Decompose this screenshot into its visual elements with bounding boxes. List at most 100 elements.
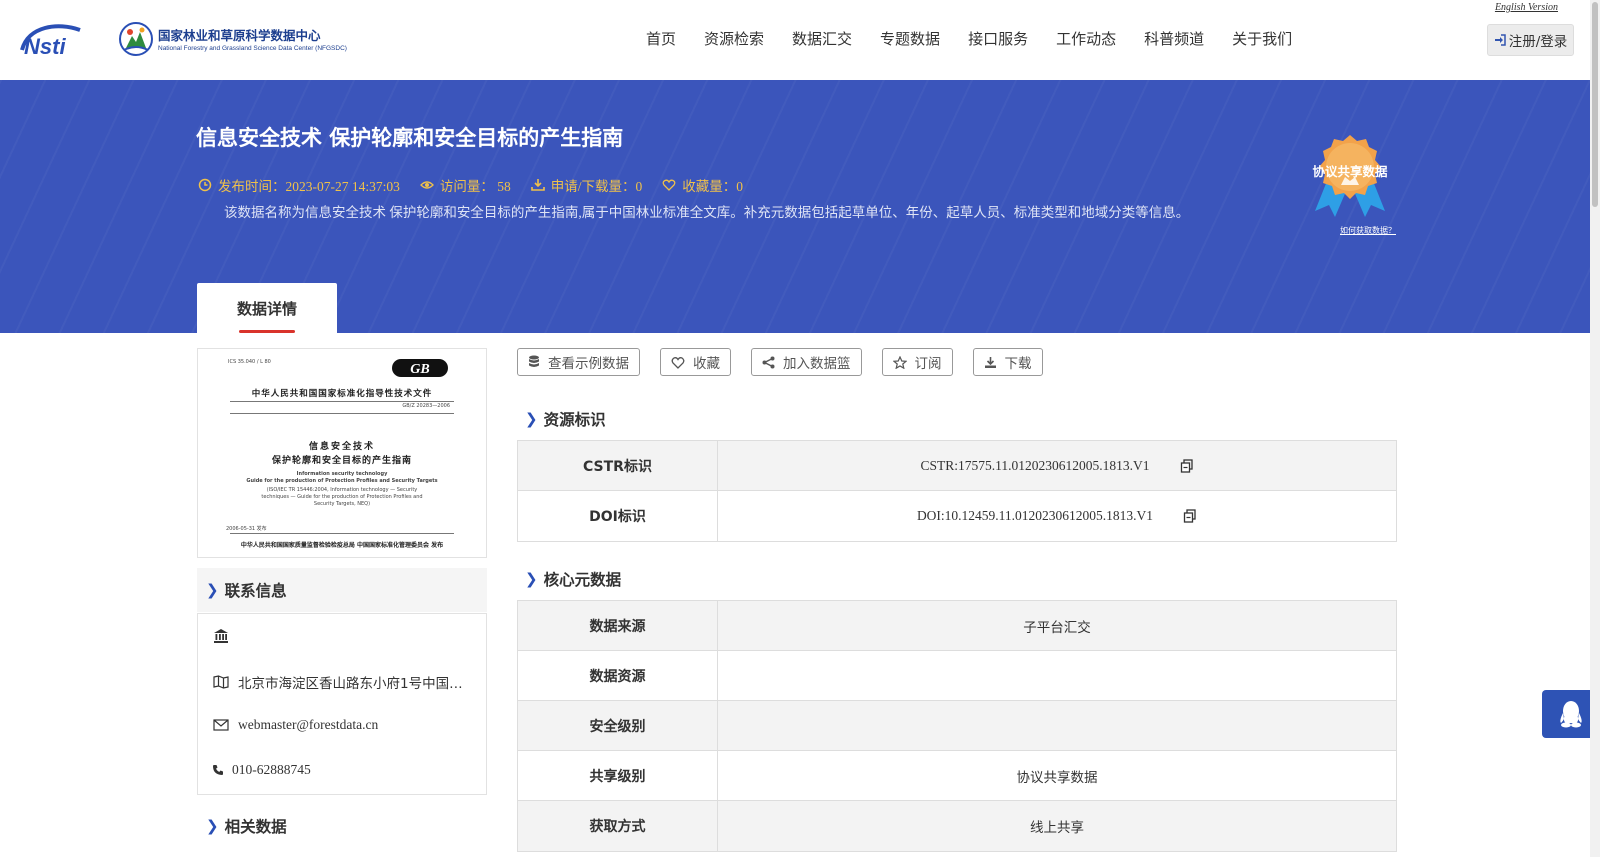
nfgsdc-logo[interactable]: 国家林业和草原科学数据中心 National Forestry and Gras… — [118, 20, 348, 60]
copy-icon[interactable] — [1183, 509, 1197, 523]
copy-icon[interactable] — [1180, 458, 1194, 473]
envelope-icon — [213, 719, 229, 731]
contact-address-text: 北京市海淀区香山路东小府1号中国林业科学研究院 — [238, 676, 473, 692]
cover-en-title1: Information security technology — [296, 471, 388, 477]
view-sample-button[interactable]: 查看示例数据 — [517, 348, 640, 376]
favorite-count-text: 收藏量：0 — [682, 179, 744, 194]
cover-title-line1: 信息安全技术 — [308, 442, 375, 452]
download-button[interactable]: 下载 — [972, 348, 1043, 376]
dataset-description: 该数据名称为信息安全技术 保护轮廓和安全目标的产生指南,属于中国林业标准全文库。… — [224, 205, 1190, 220]
favorite-button[interactable]: 收藏 — [660, 348, 731, 376]
page: English Version Nsti 国家林业和草原科学数据中心 Natio… — [0, 0, 1600, 857]
table-value: 协议共享数据 — [1016, 769, 1098, 785]
favorite-label: 收藏 — [693, 356, 720, 372]
cover-en-title2: Guide for the production of Protection P… — [246, 478, 438, 484]
nav-item-news[interactable]: 工作动态 — [1056, 28, 1116, 52]
nav-item-data-submission[interactable]: 数据汇交 — [792, 28, 852, 52]
qq-penguin-icon — [1560, 701, 1582, 728]
table-value: 子平台汇交 — [1023, 619, 1091, 635]
nav-item-home[interactable]: 首页 — [646, 28, 676, 52]
table-value — [718, 651, 1396, 700]
standard-document-cover: ICS 35.040 / L 80 GB 中华人民共和国国家标准化指导性技术文件… — [226, 357, 458, 551]
cover-rule — [230, 401, 454, 402]
add-to-basket-button[interactable]: 加入数据篮 — [751, 348, 862, 376]
doi-value: DOI:10.12459.11.0120230612005.1813.V1 — [916, 508, 1154, 523]
tab-active-indicator — [239, 330, 295, 333]
subscribe-button[interactable]: 订阅 — [881, 348, 953, 376]
scrollbar-thumb[interactable] — [1592, 2, 1598, 207]
gb-mark-text: GB — [410, 362, 429, 377]
gb-mark-icon: GB — [392, 359, 448, 377]
phone-icon — [213, 765, 223, 775]
nav-item-api-service[interactable]: 接口服务 — [968, 28, 1028, 52]
table-value: 线上共享 — [1030, 820, 1084, 835]
nav-item-resource-search[interactable]: 资源检索 — [704, 28, 764, 52]
contact-email-text[interactable]: webmaster@forestdata.cn — [238, 717, 378, 733]
map-icon — [213, 675, 229, 689]
table-key: CSTR标识 — [518, 441, 718, 490]
add-to-basket-label: 加入数据篮 — [783, 356, 851, 372]
contact-section-header: ❯ 联系信息 — [197, 568, 487, 612]
table-key: 数据资源 — [518, 651, 718, 700]
download-count: 申请/下载量：0 — [530, 175, 643, 195]
publish-time: 发布时间：2023-07-27 14:37:03 — [198, 175, 400, 195]
logo-subtitle: National Forestry and Grassland Science … — [158, 45, 347, 52]
table-row: CSTR标识 CSTR:17575.11.0120230612005.1813.… — [518, 441, 1396, 491]
eye-icon — [419, 181, 434, 189]
visit-count-text: 访问量： 58 — [439, 179, 511, 194]
dataset-meta: 发布时间：2023-07-27 14:37:03 访问量： 58 申请/下载量：… — [198, 175, 763, 195]
table-row: DOI标识 DOI:10.12459.11.0120230612005.1813… — [518, 491, 1396, 541]
table-row: 安全级别 — [518, 701, 1396, 751]
english-version-link[interactable]: English Version — [1495, 2, 1558, 13]
nav-item-science-channel[interactable]: 科普频道 — [1144, 28, 1204, 52]
table-value — [718, 701, 1396, 750]
chevron-right-icon: ❯ — [525, 570, 538, 588]
cover-ics-code: ICS 35.040 / L 80 — [228, 359, 271, 365]
contact-address: 北京市海淀区香山路东小府1号中国林业科学研究院 — [212, 672, 473, 692]
table-row: 数据来源 子平台汇交 — [518, 601, 1396, 651]
shared-data-badge: 协议共享数据 — [1305, 133, 1395, 218]
nfgsdc-emblem-icon — [119, 22, 153, 56]
login-button[interactable]: 注册/登录 — [1487, 24, 1574, 56]
sign-in-icon — [1494, 34, 1506, 46]
core-meta-title: 核心元数据 — [543, 571, 622, 589]
cover-rule-3 — [230, 533, 454, 534]
table-value: CSTR:17575.11.0120230612005.1813.V1 — [718, 441, 1396, 490]
heart-icon — [671, 356, 685, 369]
table-row: 数据资源 — [518, 651, 1396, 701]
download-count-text: 申请/下载量：0 — [550, 179, 643, 194]
cover-rule-2 — [230, 413, 454, 414]
table-value: DOI:10.12459.11.0120230612005.1813.V1 — [718, 491, 1396, 541]
page-scrollbar[interactable] — [1590, 0, 1600, 857]
related-section-title: 相关数据 — [224, 818, 287, 836]
bank-icon — [214, 629, 228, 643]
view-sample-label: 查看示例数据 — [548, 356, 629, 372]
chevron-right-icon: ❯ — [525, 410, 538, 428]
contact-section-title: 联系信息 — [224, 582, 287, 600]
download-icon — [984, 356, 996, 368]
tab-data-details[interactable]: 数据详情 — [197, 283, 337, 333]
table-key: DOI标识 — [518, 491, 718, 541]
nsti-logo[interactable]: Nsti — [18, 20, 98, 60]
dataset-actions: 查看示例数据 收藏 加入数据篮 订阅 下载 — [517, 348, 1063, 376]
table-row: 获取方式 线上共享 — [518, 801, 1396, 851]
nav-item-topic-data[interactable]: 专题数据 — [880, 28, 940, 52]
download-label: 下载 — [1004, 356, 1032, 372]
cstr-value: CSTR:17575.11.0120230612005.1813.V1 — [920, 457, 1150, 473]
contact-phone-text: 010-62888745 — [232, 762, 311, 777]
table-key: 安全级别 — [518, 701, 718, 750]
how-to-get-data-link[interactable]: 如何获取数据？ — [1340, 225, 1396, 236]
cover-heading: 中华人民共和国国家标准化指导性技术文件 — [251, 389, 433, 399]
logo-title: 国家林业和草原科学数据中心 — [158, 28, 321, 43]
tab-data-details-label: 数据详情 — [236, 299, 297, 318]
cover-iso-ref: (ISO/IEC TR 15446:2004, Information tech… — [261, 487, 423, 507]
contact-email: webmaster@forestdata.cn — [212, 717, 378, 733]
cover-title-line2: 保护轮廓和安全目标的产生指南 — [271, 456, 412, 466]
clock-icon — [198, 178, 212, 192]
table-key: 共享级别 — [518, 751, 718, 800]
subscribe-label: 订阅 — [914, 356, 942, 372]
nsti-logo-text: Nsti — [24, 34, 66, 59]
nav-item-about[interactable]: 关于我们 — [1232, 28, 1292, 52]
core-meta-section-header: ❯ 核心元数据 — [525, 568, 621, 590]
main-nav: 首页 资源检索 数据汇交 专题数据 接口服务 工作动态 科普频道 关于我们 — [646, 28, 1320, 52]
